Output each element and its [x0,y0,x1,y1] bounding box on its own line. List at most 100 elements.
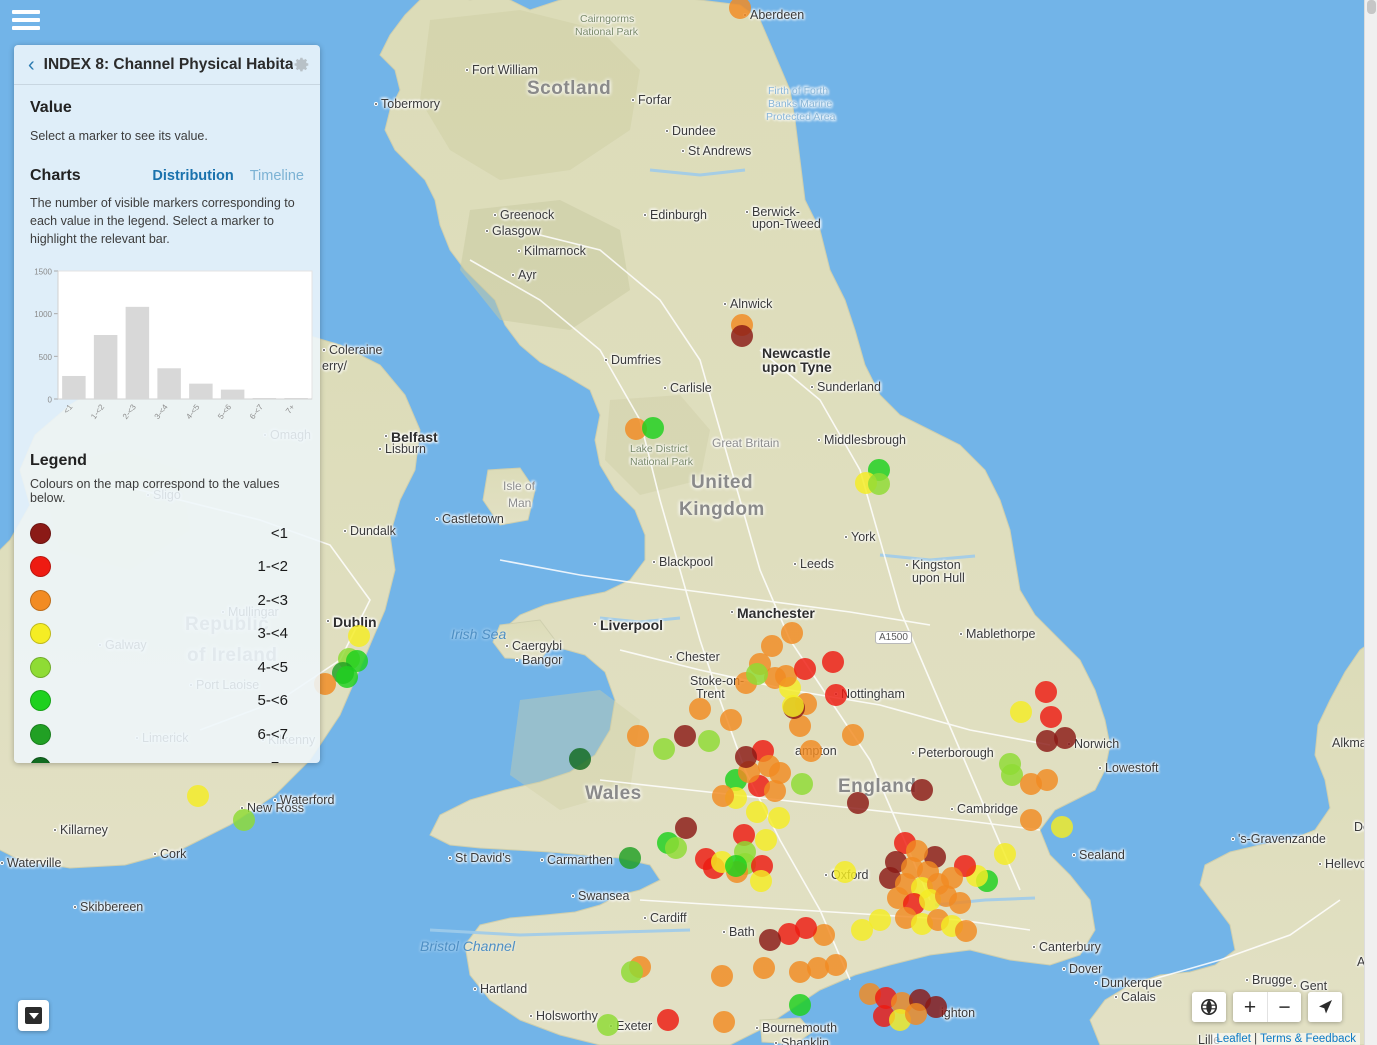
legend-row[interactable]: 4-<5 [30,651,304,685]
tab-timeline[interactable]: Timeline [250,168,304,184]
scrollbar-thumb[interactable] [1367,0,1376,14]
map-marker[interactable] [712,785,734,807]
map-marker[interactable] [713,1011,735,1033]
map-marker[interactable] [999,753,1021,775]
map-marker[interactable] [187,785,209,807]
locate-icon[interactable] [1308,992,1342,1022]
map-marker[interactable] [1010,701,1032,723]
map-marker[interactable] [1051,816,1073,838]
map-marker[interactable] [905,1003,927,1025]
map-marker[interactable] [675,817,697,839]
map-marker[interactable] [233,809,255,831]
map-marker[interactable] [825,684,847,706]
map-marker[interactable] [653,738,675,760]
map-marker[interactable] [759,929,781,951]
map-marker[interactable] [689,698,711,720]
map-marker[interactable] [834,861,856,883]
map-marker[interactable] [674,725,696,747]
map-marker[interactable] [621,961,643,983]
tab-distribution[interactable]: Distribution [152,168,233,184]
map-marker[interactable] [336,666,358,688]
map-marker[interactable] [925,996,947,1018]
map-marker[interactable] [847,792,869,814]
gear-icon[interactable] [293,56,310,73]
basemap-globe-group[interactable] [1192,992,1226,1022]
map-marker[interactable] [735,746,757,768]
map-marker[interactable] [753,957,775,979]
globe-icon[interactable] [1192,992,1226,1022]
map-marker[interactable] [642,417,664,439]
chevron-left-icon[interactable]: ‹ [28,55,35,75]
map-marker[interactable] [800,740,822,762]
chart-bar[interactable] [284,398,307,399]
map-marker[interactable] [789,994,811,1016]
hamburger-menu-icon[interactable] [12,10,40,38]
legend-row[interactable]: 1-<2 [30,550,304,584]
page-scrollbar[interactable] [1364,0,1377,1045]
distribution-chart[interactable]: 050010001500<11-<22-<33-<44-<55-<66-<77+ [30,261,304,436]
basemap-switcher-button[interactable] [18,1000,49,1031]
map-marker[interactable] [778,923,800,945]
map-marker[interactable] [822,651,844,673]
map-marker[interactable] [657,1009,679,1031]
map-marker[interactable] [1054,727,1076,749]
map-marker[interactable] [1035,681,1057,703]
chart-bar[interactable] [157,368,180,399]
map-marker[interactable] [842,724,864,746]
map-marker[interactable] [768,807,790,829]
chart-bar[interactable] [62,375,85,398]
map-marker[interactable] [597,1014,619,1036]
zoom-controls[interactable]: + − [1233,992,1301,1022]
map-marker[interactable] [868,473,890,495]
map-marker[interactable] [781,622,803,644]
map-marker[interactable] [746,801,768,823]
map-attribution[interactable]: Leaflet | Terms & Feedback [1212,1033,1360,1045]
map-marker[interactable] [698,730,720,752]
legend-row[interactable]: 7+ [30,751,304,763]
chart-bar[interactable] [189,383,212,398]
map-marker[interactable] [955,920,977,942]
chart-bar[interactable] [253,398,276,399]
map-marker[interactable] [794,658,816,680]
map-marker[interactable] [746,663,768,685]
chart-bar[interactable] [221,389,244,398]
chart-tabs[interactable]: Distribution Timeline [152,168,304,184]
legend-row[interactable]: 3-<4 [30,617,304,651]
map-marker[interactable] [851,919,873,941]
zoom-out-button[interactable]: − [1267,992,1301,1022]
map-controls[interactable]: + − [1192,992,1342,1022]
map-marker[interactable] [731,325,753,347]
map-marker[interactable] [1040,706,1062,728]
map-marker[interactable] [725,855,747,877]
chart-bar[interactable] [126,306,149,398]
legend-row[interactable]: 6-<7 [30,718,304,752]
terms-feedback-link[interactable]: Terms & Feedback [1260,1033,1356,1045]
map-marker[interactable] [911,779,933,801]
map-marker[interactable] [720,709,742,731]
map-marker[interactable] [348,625,370,647]
map-marker[interactable] [789,961,811,983]
map-marker[interactable] [769,762,791,784]
legend-row[interactable]: <1 [30,517,304,551]
map-marker[interactable] [1036,769,1058,791]
map-marker[interactable] [949,892,971,914]
map-marker[interactable] [994,843,1016,865]
legend-row[interactable]: 2-<3 [30,584,304,618]
map-marker[interactable] [1020,809,1042,831]
map-marker[interactable] [761,635,783,657]
map-marker[interactable] [755,829,777,851]
map-marker[interactable] [619,847,641,869]
map-marker[interactable] [782,695,804,717]
chart-bar[interactable] [94,335,117,399]
locate-group[interactable] [1308,992,1342,1022]
leaflet-link[interactable]: Leaflet [1216,1033,1251,1045]
zoom-in-button[interactable]: + [1233,992,1267,1022]
map-marker[interactable] [711,965,733,987]
legend-row[interactable]: 5-<6 [30,684,304,718]
distribution-bar-chart[interactable]: 050010001500<11-<22-<33-<44-<55-<66-<77+ [30,261,316,436]
map-marker[interactable] [750,870,772,892]
map-marker[interactable] [627,725,649,747]
map-marker[interactable] [665,837,687,859]
map-marker[interactable] [791,773,813,795]
map-marker[interactable] [569,748,591,770]
